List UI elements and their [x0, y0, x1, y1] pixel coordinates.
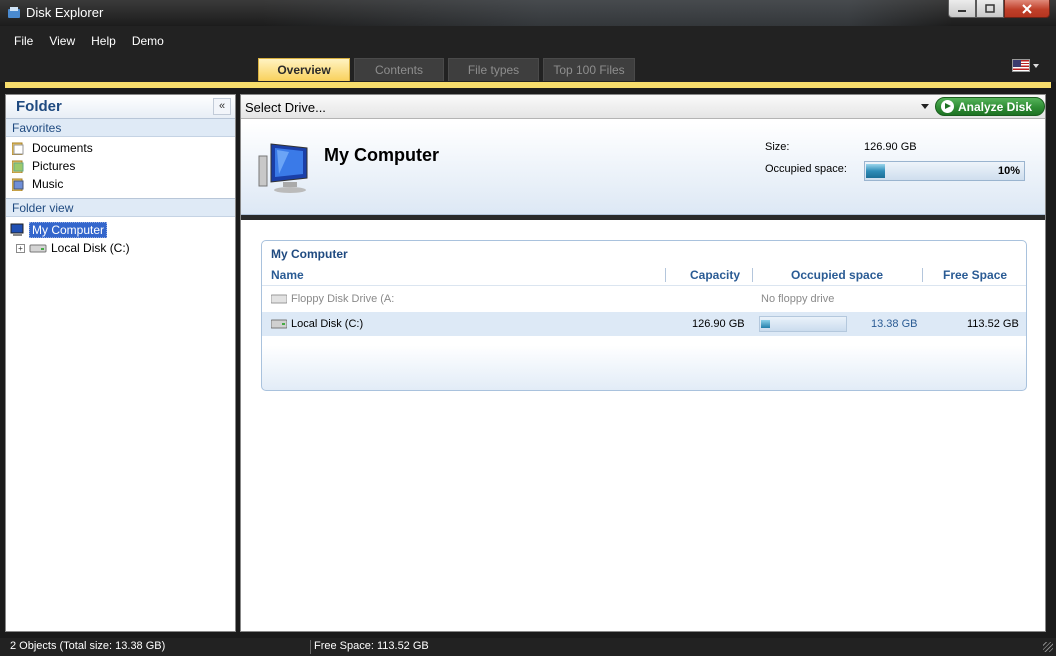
window-controls — [948, 0, 1050, 18]
close-button[interactable] — [1004, 0, 1050, 18]
header-divider — [262, 285, 1026, 286]
occupied-space-percent: 10% — [997, 165, 1020, 177]
status-free-space: Free Space: 113.52 GB — [314, 640, 429, 652]
occupied-space-bar: 10% — [864, 161, 1025, 181]
pictures-folder-icon — [12, 160, 24, 173]
tree-node-label: Local Disk (C:) — [51, 241, 130, 255]
folder-panel: Folder « Favorites Documents Pictures Mu… — [5, 94, 236, 632]
column-header-occupied-space[interactable]: Occupied space — [791, 268, 883, 282]
tree-node-label: My Computer — [29, 222, 108, 238]
drive-occupied-bar — [759, 316, 847, 332]
drives-group-title: My Computer — [271, 247, 348, 261]
favorite-label: Music — [32, 177, 64, 191]
drive-capacity: 126.90 GB — [692, 318, 745, 330]
tab-accent-strip — [5, 82, 1051, 88]
status-objects: 2 Objects (Total size: 13.38 GB) — [10, 640, 166, 652]
summary-title: My Computer — [324, 145, 440, 165]
drive-occupied-text: No floppy drive — [761, 293, 835, 305]
occupied-space-label: Occupied space: — [765, 163, 847, 175]
menu-demo[interactable]: Demo — [126, 34, 170, 48]
drive-occupied-value: 13.38 GB — [871, 318, 918, 330]
menu-help[interactable]: Help — [85, 34, 122, 48]
favorites-list: Documents Pictures Music — [6, 137, 235, 199]
background-window-title-area — [262, 0, 952, 26]
menu-file[interactable]: File — [8, 34, 39, 48]
column-header-capacity[interactable]: Capacity — [690, 268, 740, 282]
folder-panel-title: Folder — [16, 98, 62, 115]
menu-view[interactable]: View — [43, 34, 81, 48]
minimize-button[interactable] — [948, 0, 976, 18]
tree-node-local-disk-c[interactable]: + Local Disk (C:) — [10, 239, 235, 257]
analyze-disk-button[interactable]: Analyze Disk — [935, 97, 1045, 116]
menu-bar: File View Help Demo — [0, 26, 1056, 56]
panel-splitter[interactable] — [241, 215, 1045, 220]
music-folder-icon — [12, 178, 24, 191]
table-row-local-disk-c[interactable]: Local Disk (C:) 126.90 GB 13.38 GB 113.5… — [262, 312, 1026, 336]
tab-file-types[interactable]: File types — [448, 58, 539, 81]
us-flag-icon[interactable] — [1012, 59, 1030, 72]
drives-group: My Computer Name Capacity Occupied space… — [261, 240, 1027, 391]
window-title: Disk Explorer — [26, 5, 104, 20]
column-header-free-space[interactable]: Free Space — [943, 268, 1007, 282]
column-separator[interactable] — [665, 268, 666, 282]
size-label: Size: — [765, 141, 790, 153]
folder-panel-header: Folder « — [6, 95, 235, 119]
folder-view-header: Folder view — [6, 199, 235, 217]
status-separator — [310, 640, 311, 654]
chevron-down-icon[interactable] — [1033, 64, 1039, 68]
main-panel: Select Drive... Analyze Disk My Computer… — [240, 94, 1046, 632]
status-bar: 2 Objects (Total size: 13.38 GB) Free Sp… — [0, 638, 1056, 656]
hard-drive-icon — [271, 319, 287, 329]
my-computer-icon — [258, 143, 308, 193]
documents-folder-icon — [12, 142, 24, 155]
favorites-header: Favorites — [6, 119, 235, 137]
column-header-name[interactable]: Name — [271, 268, 304, 282]
table-row-floppy[interactable]: Floppy Disk Drive (A: No floppy drive — [262, 287, 1026, 311]
close-icon — [1022, 3, 1032, 14]
column-separator[interactable] — [752, 268, 753, 282]
favorite-documents[interactable]: Documents — [12, 139, 235, 157]
favorite-music[interactable]: Music — [12, 175, 235, 193]
title-bar[interactable]: Disk Explorer — [0, 0, 1056, 26]
tab-contents[interactable]: Contents — [354, 58, 444, 81]
maximize-button[interactable] — [976, 0, 1004, 18]
tab-overview[interactable]: Overview — [258, 58, 350, 81]
disk-explorer-app-icon — [8, 7, 20, 18]
favorite-pictures[interactable]: Pictures — [12, 157, 235, 175]
play-icon — [941, 100, 954, 113]
drive-free-space: 113.52 GB — [967, 318, 1019, 330]
drive-occupied-fill — [761, 320, 770, 328]
hard-drive-icon — [29, 244, 47, 253]
expand-node-button[interactable]: + — [16, 243, 25, 253]
collapse-panel-button[interactable]: « — [213, 98, 231, 115]
drive-select-dropdown[interactable]: Select Drive... — [245, 100, 326, 115]
drive-name: Floppy Disk Drive (A: — [291, 293, 395, 305]
analyze-disk-label: Analyze Disk — [958, 99, 1033, 114]
column-separator[interactable] — [922, 268, 923, 282]
tab-strip: Overview Contents File types Top 100 Fil… — [0, 56, 1056, 82]
occupied-space-fill — [866, 164, 885, 178]
drive-name: Local Disk (C:) — [291, 318, 364, 330]
computer-icon — [10, 223, 24, 236]
drive-selector-bar: Select Drive... Analyze Disk — [241, 95, 1045, 119]
drive-summary: My Computer Size: 126.90 GB Occupied spa… — [241, 123, 1045, 215]
tree-node-my-computer[interactable]: My Computer — [10, 221, 235, 239]
resize-grip[interactable] — [1043, 642, 1053, 652]
favorite-label: Documents — [32, 141, 93, 155]
floppy-drive-icon — [271, 294, 287, 304]
minimize-icon — [958, 9, 966, 12]
tab-top-100-files[interactable]: Top 100 Files — [543, 58, 635, 81]
size-value: 126.90 GB — [864, 141, 917, 153]
chevron-down-icon[interactable] — [921, 104, 929, 109]
folder-tree: My Computer + Local Disk (C:) — [6, 217, 235, 257]
maximize-icon — [985, 4, 995, 13]
favorite-label: Pictures — [32, 159, 76, 173]
